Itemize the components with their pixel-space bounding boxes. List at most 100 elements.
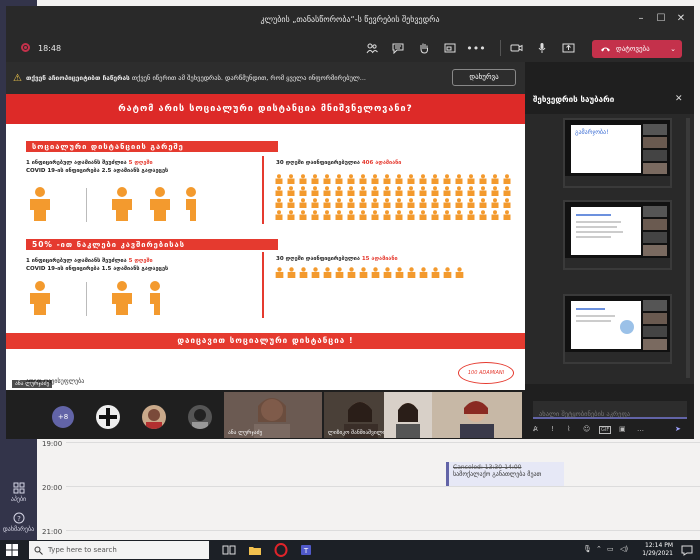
video-tile[interactable]: ანა ლურჯაძე: [224, 392, 322, 438]
crowd-person-icon: [407, 210, 415, 220]
volume-icon[interactable]: ◁): [620, 545, 628, 553]
attach-icon[interactable]: ⌇: [567, 425, 570, 433]
crowd-person-icon: [395, 174, 403, 184]
crowd-person-icon: [395, 210, 403, 220]
chevron-down-icon[interactable]: ⌄: [670, 45, 676, 53]
image-slide-preview: [571, 207, 641, 255]
rail-item-help[interactable]: ? დახმარება: [2, 512, 35, 533]
clock-date: 1/29/2021: [642, 550, 673, 557]
crowd-person-icon: [371, 198, 379, 208]
crowd-person-icon: [359, 198, 367, 208]
priority-icon[interactable]: !: [551, 425, 554, 433]
half-person-icon: [150, 281, 160, 315]
taskbar-clock[interactable]: 12:14 PM 1/29/2021: [637, 542, 673, 558]
send-icon[interactable]: ➤: [675, 425, 681, 433]
dismiss-button[interactable]: დახურვა: [452, 69, 516, 86]
video-tile[interactable]: [384, 392, 432, 438]
video-feed-icon: [396, 403, 420, 438]
notifications-icon[interactable]: [680, 543, 694, 557]
sticker-icon[interactable]: ▣: [619, 425, 626, 433]
close-icon: ✕: [675, 94, 683, 104]
warning-icon: ⚠: [13, 73, 22, 84]
windows-start-icon[interactable]: [6, 544, 18, 556]
phone-hangup-icon: [601, 47, 610, 52]
close-chat-button[interactable]: ✕: [675, 94, 683, 104]
chat-image-message[interactable]: [563, 294, 672, 364]
crowd-person-icon: [347, 267, 356, 278]
video-tile[interactable]: [432, 392, 522, 438]
mic-tray-icon[interactable]: 🎙: [583, 545, 592, 553]
thumb-greeting: გამარჯობა!: [575, 129, 609, 136]
user-photo-icon: [192, 409, 208, 429]
divider: [86, 188, 87, 222]
crowd-person-icon: [431, 267, 440, 278]
rail-item-apps[interactable]: აპები: [2, 482, 35, 503]
avatar[interactable]: [96, 405, 120, 429]
crowd-person-icon: [503, 186, 511, 196]
chat-scrollbar[interactable]: [686, 118, 690, 378]
crowd-person-icon: [407, 198, 415, 208]
emoji-icon[interactable]: ☺: [583, 425, 590, 433]
avatar[interactable]: [188, 405, 212, 429]
leave-button[interactable]: დატოვება ⌄: [592, 40, 682, 58]
crowd-406-icon: [275, 174, 511, 220]
share-button[interactable]: [560, 40, 576, 56]
crowd-person-icon: [299, 267, 308, 278]
crowd-person-icon: [395, 198, 403, 208]
calendar-hour-line: [66, 486, 700, 487]
maximize-button[interactable]: ☐: [654, 12, 668, 26]
rooms-button[interactable]: [442, 40, 458, 56]
more-actions-button[interactable]: •••: [466, 40, 485, 56]
network-icon[interactable]: ▭: [607, 545, 614, 553]
chevron-up-icon[interactable]: ⌃: [596, 545, 602, 553]
format-icon[interactable]: A̷: [533, 425, 538, 433]
more-participants-badge[interactable]: +8: [52, 406, 74, 428]
person-icon: [30, 187, 50, 221]
crowd-person-icon: [335, 267, 344, 278]
close-window-button[interactable]: ✕: [674, 12, 688, 26]
microphone-button[interactable]: [534, 40, 550, 56]
chat-icon: [392, 43, 404, 54]
window-title: კლუბის „თანასწორობა“-ს წევრების შეხვედრა: [260, 15, 440, 24]
crowd-person-icon: [347, 198, 355, 208]
chat-image-message[interactable]: [563, 200, 672, 270]
help-icon: ?: [13, 512, 24, 524]
crowd-person-icon: [503, 210, 511, 220]
crowd-person-icon: [383, 267, 392, 278]
chat-button[interactable]: [390, 40, 406, 56]
crowd-person-icon: [287, 267, 296, 278]
image-slide-preview: [571, 301, 641, 349]
thumbnail-toolbar: [565, 176, 670, 186]
crowd-person-icon: [431, 210, 439, 220]
crowd-person-icon: [335, 174, 343, 184]
minimize-button[interactable]: –: [634, 12, 648, 26]
opera-icon[interactable]: [274, 543, 288, 557]
raise-hand-button[interactable]: [416, 40, 432, 56]
taskbar-search[interactable]: Type here to search: [29, 541, 209, 559]
section2-line1: 1 ინფიცირებულ ადამიანს შეუძლია 5 დღეში: [26, 258, 153, 264]
tile-name: ლიზიკო შანშიაშვილი: [328, 430, 386, 436]
chat-messages[interactable]: გამარჯობა!: [525, 114, 694, 384]
gif-icon[interactable]: GIF: [599, 426, 612, 434]
meeting-timer: 18:48: [38, 44, 62, 53]
teams-icon[interactable]: T: [300, 543, 314, 557]
message-input[interactable]: [533, 406, 687, 422]
section-divider: [262, 156, 264, 224]
participants-button[interactable]: [364, 40, 380, 56]
crowd-person-icon: [335, 198, 343, 208]
crowd-person-icon: [383, 186, 391, 196]
task-view-icon[interactable]: [222, 543, 236, 557]
crowd-person-icon: [467, 186, 475, 196]
compose-box[interactable]: [533, 401, 687, 422]
calendar-hour-line: [66, 530, 700, 531]
crowd-person-icon: [287, 198, 295, 208]
calendar-event[interactable]: Canceled: 13:30-14:00 სამოქალაქო განათლე…: [446, 462, 564, 486]
avatar[interactable]: [142, 405, 166, 429]
camera-button[interactable]: [508, 40, 524, 56]
slide-footer: დაიცავით სოციალური დისტანცია !: [6, 333, 525, 349]
crowd-person-icon: [491, 210, 499, 220]
crowd-person-icon: [479, 210, 487, 220]
file-explorer-icon[interactable]: [248, 543, 262, 557]
chat-image-message[interactable]: გამარჯობა!: [563, 118, 672, 188]
more-options-icon[interactable]: …: [637, 425, 644, 433]
